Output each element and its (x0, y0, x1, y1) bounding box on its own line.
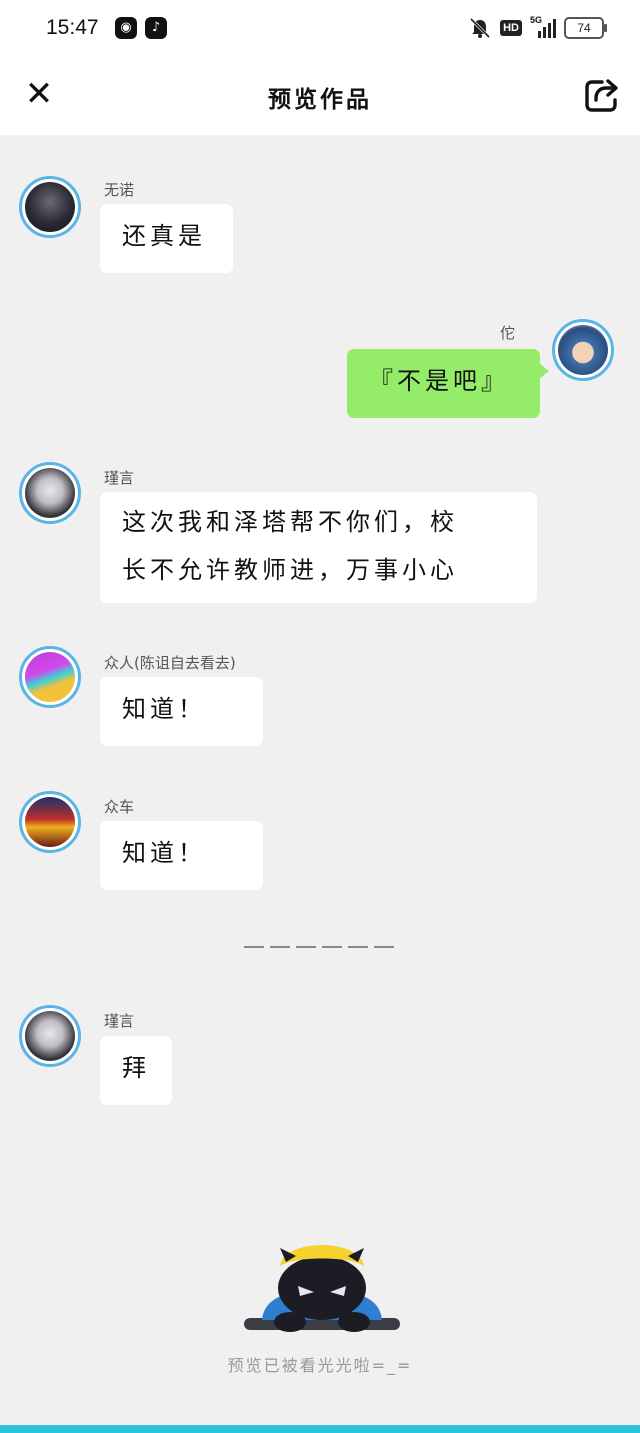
avatar[interactable] (19, 176, 81, 238)
sender-name: 瑾言 (104, 469, 135, 487)
sender-name: 众车 (104, 798, 135, 816)
hd-badge: HD (500, 20, 522, 36)
mascot-illustration (244, 1245, 400, 1332)
sender-name: 无诺 (104, 181, 135, 199)
page-title: 预览作品 (268, 87, 372, 113)
footer-text: 预览已被看光光啦=_= (227, 1356, 413, 1375)
battery-level: 74 (577, 21, 591, 35)
message-bubble[interactable]: 拜 (100, 1036, 172, 1105)
avatar[interactable] (19, 462, 81, 524)
status-indicators: HD 5G 74 (468, 15, 607, 41)
avatar[interactable] (19, 1005, 81, 1067)
tiktok-icon: ♪ (145, 17, 167, 39)
kuaishou-icon: ◉ (115, 17, 137, 39)
sender-name: 瑾言 (104, 1012, 135, 1030)
message-bubble[interactable]: 『不是吧』 (347, 349, 549, 418)
avatar[interactable] (552, 319, 614, 381)
message-line: 这次我和泽塔帮不你们，校 (122, 508, 458, 536)
message-bubble[interactable]: 知道！ (100, 677, 263, 746)
sender-name: 众人(陈诅自去看去) (104, 654, 236, 672)
message-line: 长不允许教师进，万事小心 (122, 556, 458, 584)
section-divider (244, 946, 398, 948)
top-bar: ✕ 预览作品 (0, 56, 640, 135)
status-bar: 15:47 ◉ ♪ HD 5G 74 (0, 0, 640, 56)
message-bubble[interactable]: 知道！ (100, 821, 263, 890)
sender-name: 佗 (500, 324, 516, 342)
bottom-accent-bar (0, 1425, 640, 1433)
mute-bell-icon (470, 17, 491, 39)
network-label: 5G (530, 15, 543, 25)
share-icon[interactable] (582, 76, 620, 114)
avatar[interactable] (19, 791, 81, 853)
message-bubble[interactable]: 这次我和泽塔帮不你们，校 长不允许教师进，万事小心 (100, 492, 537, 603)
signal-icon: 5G (530, 15, 556, 38)
message-bubble[interactable]: 还真是 (100, 204, 233, 273)
avatar[interactable] (19, 646, 81, 708)
battery-icon: 74 (564, 17, 607, 39)
status-time: 15:47 (46, 16, 99, 39)
